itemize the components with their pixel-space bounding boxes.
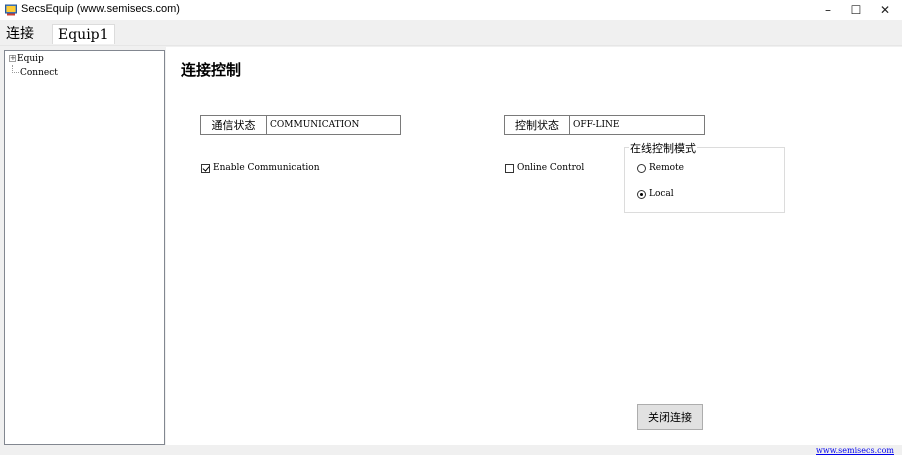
remote-radio[interactable]: Remote (637, 163, 684, 173)
radio-selected-icon[interactable] (637, 189, 646, 199)
local-radio-label: Local (649, 189, 674, 199)
enable-communication-label: Enable Communication (213, 163, 320, 173)
minimize-icon: – (825, 3, 831, 17)
enable-communication-checkbox[interactable]: Enable Communication (201, 163, 320, 173)
radio-unselected-icon[interactable] (637, 163, 646, 173)
tree-node-equip[interactable]: +Equip (9, 53, 44, 65)
remote-radio-label: Remote (649, 163, 684, 173)
checkbox-checked-icon[interactable] (201, 163, 210, 173)
online-control-label: Online Control (517, 163, 585, 173)
navigation-tree: +Equip Connect (4, 50, 165, 445)
communication-status-label: 通信状态 (201, 116, 267, 134)
maximize-button[interactable]: ☐ (842, 0, 870, 20)
group-legend: 在线控制模式 (629, 140, 697, 156)
maximize-icon: ☐ (850, 3, 862, 17)
app-window-icon (5, 4, 17, 16)
expand-plus-icon[interactable]: + (9, 55, 16, 62)
close-icon: ✕ (879, 3, 891, 17)
tree-connector-line (12, 65, 19, 73)
communication-status-field: 通信状态 COMMUNICATION (200, 115, 401, 135)
online-control-mode-group: 在线控制模式 Remote Local (624, 140, 785, 213)
connection-control-panel: 连接控制 通信状态 COMMUNICATION 控制状态 OFF-LINE En… (166, 47, 902, 445)
page-title: 连接控制 (181, 61, 242, 79)
control-status-value[interactable]: OFF-LINE (570, 116, 704, 134)
communication-status-value[interactable]: COMMUNICATION (267, 116, 400, 134)
online-control-checkbox[interactable]: Online Control (505, 163, 584, 173)
title-bar: SecsEquip (www.semisecs.com) – ☐ ✕ (0, 0, 902, 20)
close-connection-button[interactable]: 关闭连接 (637, 404, 703, 430)
menu-bar: 连接 Equip1 (0, 20, 902, 46)
tree-node-connect[interactable]: Connect (9, 65, 58, 79)
tree-node-label: Connect (20, 68, 58, 78)
checkbox-unchecked-icon[interactable] (505, 163, 514, 173)
menu-item-connect[interactable]: 连接 (2, 24, 38, 44)
local-radio[interactable]: Local (637, 189, 674, 199)
window-title: SecsEquip (www.semisecs.com) (21, 3, 180, 15)
tree-node-label: Equip (17, 54, 44, 64)
close-window-button[interactable]: ✕ (871, 0, 899, 20)
control-status-field: 控制状态 OFF-LINE (504, 115, 705, 135)
minimize-button[interactable]: – (814, 0, 842, 20)
menu-item-equip1[interactable]: Equip1 (52, 24, 115, 44)
control-status-label: 控制状态 (505, 116, 570, 134)
website-link[interactable]: www.semisecs.com (816, 446, 894, 455)
